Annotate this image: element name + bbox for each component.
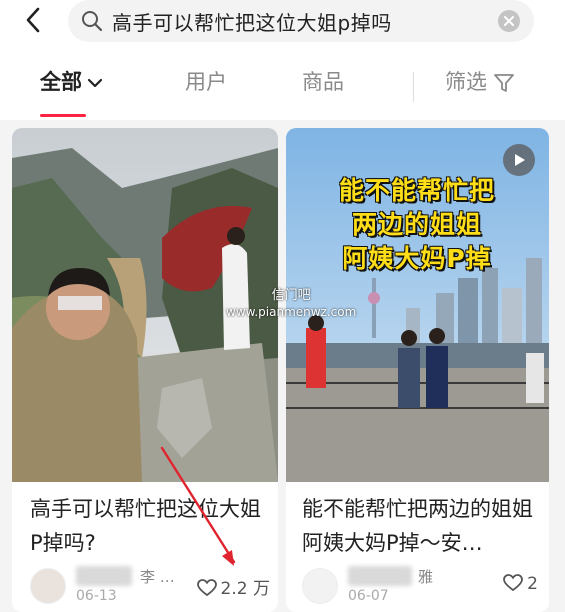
like-button[interactable]: 2 bbox=[503, 574, 538, 594]
search-icon bbox=[82, 11, 103, 32]
avatar[interactable] bbox=[302, 568, 338, 604]
tab-all-label: 全部 bbox=[40, 70, 82, 94]
caption-line: 阿姨大妈P掉 bbox=[342, 244, 492, 273]
note-meta: 雅 06-07 2 bbox=[302, 566, 542, 610]
note-title[interactable]: 高手可以帮忙把这位大姐P掉吗? bbox=[30, 492, 262, 560]
caption-line: 能不能帮忙把 bbox=[338, 176, 495, 205]
post-date: 06-13 bbox=[76, 588, 117, 604]
tab-goods[interactable]: 商品 bbox=[302, 66, 344, 96]
tab-users[interactable]: 用户 bbox=[185, 66, 227, 96]
image-caption: 能不能帮忙把 两边的姐姐 阿姨大妈P掉 bbox=[328, 174, 506, 276]
heart-icon bbox=[503, 574, 524, 592]
author-name[interactable]: 李 … bbox=[140, 566, 175, 587]
back-arrow-icon[interactable] bbox=[20, 6, 48, 34]
clear-search-icon[interactable] bbox=[498, 10, 520, 32]
avatar[interactable] bbox=[30, 568, 66, 604]
chevron-down-icon bbox=[87, 78, 103, 88]
watermark-title: 信门吧 bbox=[271, 288, 311, 303]
search-bar[interactable]: 高手可以帮忙把这位大姐p掉吗 bbox=[68, 0, 534, 42]
filter-label: 筛选 bbox=[445, 70, 487, 94]
top-bar: 高手可以帮忙把这位大姐p掉吗 全部 用户 商品 筛选 bbox=[0, 0, 565, 120]
video-play-icon[interactable] bbox=[503, 144, 535, 176]
filter-button[interactable]: 筛选 bbox=[445, 66, 515, 96]
author-name-blurred bbox=[348, 566, 412, 586]
author-name-blurred bbox=[76, 566, 132, 586]
heart-icon bbox=[196, 579, 217, 597]
note-card[interactable]: 高手可以帮忙把这位大姐P掉吗? 李 … 06-13 2.2 万 bbox=[12, 128, 278, 612]
note-title[interactable]: 能不能帮忙把两边的姐姐阿姨大妈P掉～安… bbox=[302, 492, 534, 560]
author-name[interactable]: 雅 bbox=[418, 566, 433, 587]
note-card[interactable]: 能不能帮忙把 两边的姐姐 阿姨大妈P掉 能不能帮忙把两边的姐姐阿姨大妈P掉～安…… bbox=[286, 128, 549, 612]
like-count: 2.2 万 bbox=[220, 579, 270, 599]
result-tabs: 全部 用户 商品 筛选 bbox=[0, 66, 565, 110]
watermark-url: www.pianmenwz.com bbox=[226, 305, 357, 319]
post-date: 06-07 bbox=[348, 588, 389, 604]
search-query-text[interactable]: 高手可以帮忙把这位大姐p掉吗 bbox=[112, 7, 392, 36]
tab-divider bbox=[413, 72, 414, 102]
funnel-icon bbox=[494, 74, 514, 92]
note-meta: 李 … 06-13 2.2 万 bbox=[30, 566, 270, 610]
like-button[interactable]: 2.2 万 bbox=[196, 574, 270, 599]
caption-line: 两边的姐姐 bbox=[351, 210, 482, 239]
tab-all[interactable]: 全部 bbox=[40, 66, 104, 96]
like-count: 2 bbox=[527, 574, 538, 594]
active-tab-indicator bbox=[40, 114, 86, 117]
site-watermark: 信门吧 www.pianmenwz.com bbox=[226, 288, 356, 320]
